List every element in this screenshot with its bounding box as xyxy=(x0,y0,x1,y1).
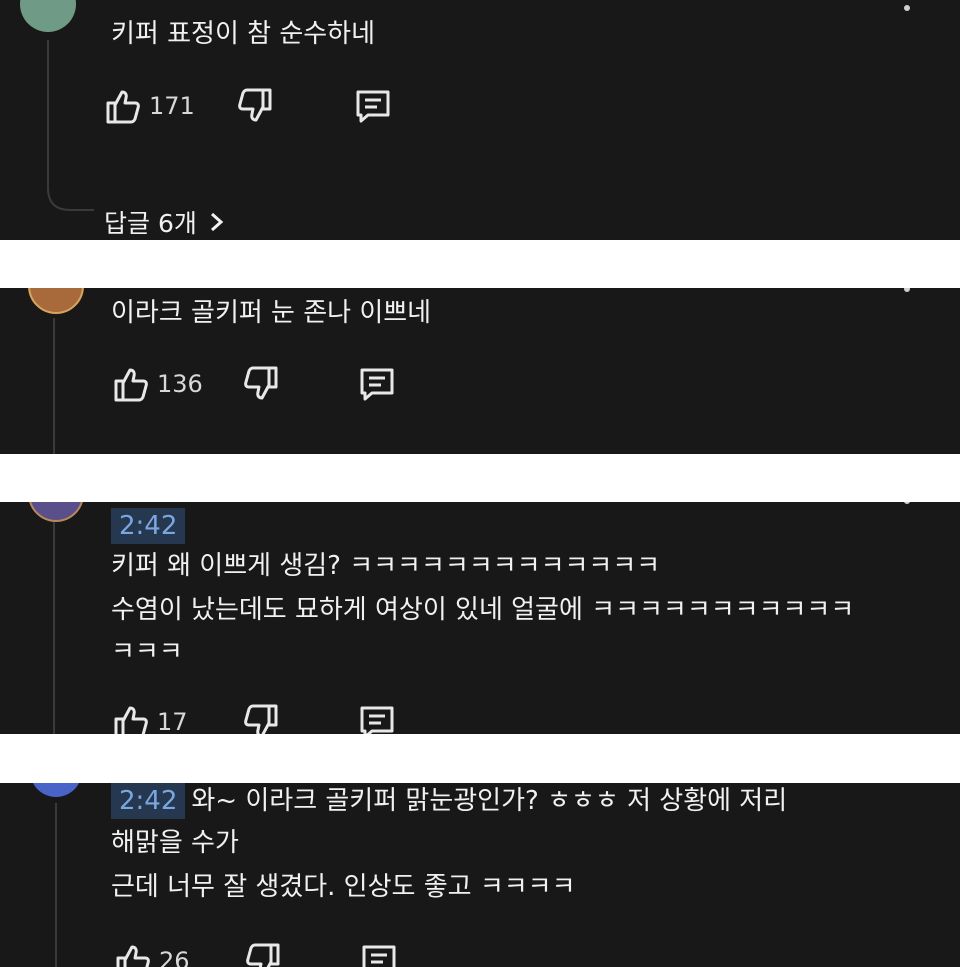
dislike-button[interactable] xyxy=(235,86,275,126)
thumbs-up-icon xyxy=(114,706,148,734)
thread-line xyxy=(47,40,49,190)
like-button[interactable]: 136 xyxy=(111,364,203,404)
avatar[interactable] xyxy=(28,502,84,522)
more-vert-icon[interactable] xyxy=(904,502,910,509)
thumbs-up-icon xyxy=(114,368,148,402)
thumbs-down-icon xyxy=(244,366,278,400)
thread-connector xyxy=(47,188,94,211)
timestamp-link[interactable]: 2:42 xyxy=(111,508,186,544)
comment-text: 키퍼 표정이 참 순수하네 xyxy=(111,19,375,49)
reply-comment-icon xyxy=(360,706,394,734)
thumbs-up-icon xyxy=(106,90,140,124)
thumbs-down-icon xyxy=(244,704,278,734)
avatar[interactable] xyxy=(20,0,76,32)
comment-line-1-text: 와~ 이라크 골키퍼 맑눈광인가? ㅎㅎㅎ 저 상황에 저리 xyxy=(191,786,788,816)
avatar[interactable] xyxy=(30,783,82,797)
comment-line-1: 2:42 와~ 이라크 골키퍼 맑눈광인가? ㅎㅎㅎ 저 상황에 저리 xyxy=(111,783,787,821)
more-vert-icon[interactable] xyxy=(904,288,910,297)
thumbs-down-icon xyxy=(238,88,272,122)
comment-1: 키퍼 표정이 참 순수하네 171 답글 6개 xyxy=(0,0,960,240)
chevron-right-icon xyxy=(210,212,224,232)
comment-line-3: 수염이 났는데도 묘하게 여상이 있네 얼굴에 ㅋㅋㅋㅋㅋㅋㅋㅋㅋㅋㅋ xyxy=(111,595,855,625)
avatar[interactable] xyxy=(28,288,84,314)
replies-label: 답글 6개 xyxy=(104,209,197,238)
comment-3: 2:42 키퍼 왜 이쁘게 생김? ㅋㅋㅋㅋㅋㅋㅋㅋㅋㅋㅋㅋㅋ 수염이 났는데도… xyxy=(0,502,960,734)
thumbs-up-icon xyxy=(116,945,150,967)
thread-line xyxy=(53,318,55,454)
comment-line-1: 2:42 xyxy=(111,506,191,546)
like-count: 171 xyxy=(149,92,195,120)
reply-button[interactable] xyxy=(353,86,393,126)
comment-2: 이라크 골키퍼 눈 존나 이쁘네 136 xyxy=(0,288,960,454)
like-button[interactable]: 26 xyxy=(113,941,190,967)
like-button[interactable]: 171 xyxy=(103,86,195,126)
like-count: 17 xyxy=(157,708,188,734)
comment-line-4: ㅋㅋㅋ xyxy=(111,637,183,667)
thread-line xyxy=(55,803,57,967)
comment-line-2: 키퍼 왜 이쁘게 생김? ㅋㅋㅋㅋㅋㅋㅋㅋㅋㅋㅋㅋㅋ xyxy=(111,551,661,581)
comment-line-3: 근데 너무 잘 생겼다. 인상도 좋고 ㅋㅋㅋㅋ xyxy=(111,872,576,902)
dislike-button[interactable] xyxy=(241,364,281,404)
reply-comment-icon xyxy=(360,368,394,401)
like-count: 26 xyxy=(159,947,190,967)
dislike-button[interactable] xyxy=(241,702,281,734)
reply-button[interactable] xyxy=(357,702,397,734)
reply-button[interactable] xyxy=(357,364,397,404)
comment-text: 이라크 골키퍼 눈 존나 이쁘네 xyxy=(111,298,432,328)
reply-comment-icon xyxy=(362,945,396,967)
like-count: 136 xyxy=(157,370,203,398)
thumbs-down-icon xyxy=(246,943,280,967)
timestamp-link[interactable]: 2:42 xyxy=(111,783,186,819)
replies-toggle[interactable]: 답글 6개 xyxy=(104,204,225,240)
more-vert-icon[interactable] xyxy=(904,0,910,16)
dislike-button[interactable] xyxy=(243,941,283,967)
comment-4: 2:42 와~ 이라크 골키퍼 맑눈광인가? ㅎㅎㅎ 저 상황에 저리 해맑을 수… xyxy=(0,783,960,967)
thread-line xyxy=(53,522,55,734)
like-button[interactable]: 17 xyxy=(111,702,188,734)
reply-button[interactable] xyxy=(359,941,399,967)
reply-comment-icon xyxy=(356,90,390,123)
comment-line-2: 해맑을 수가 xyxy=(111,828,239,858)
